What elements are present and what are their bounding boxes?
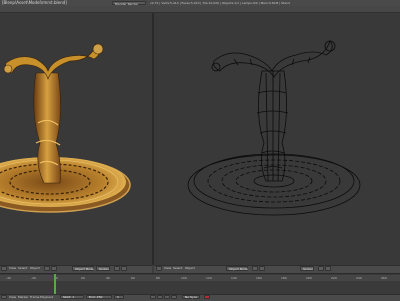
timeline-tick-label: 60 [131,276,135,280]
end-frame-field[interactable]: End: 250 [86,295,112,299]
viewport-wireframe[interactable] [154,13,400,265]
timeline-tick-label: 220 [331,276,337,280]
view-menu[interactable]: View [9,266,16,271]
timeline-tick-label: 240 [356,276,362,280]
play-reverse-icon[interactable] [157,295,163,299]
timeline-tick-label: 20 [81,276,85,280]
timeline-tick-label: 200 [306,276,312,280]
layer-icon-right[interactable] [318,266,324,271]
timeline-tick-label: 40 [106,276,110,280]
timeline-tick-label: -40 [6,276,11,280]
select-menu[interactable]: Select [18,266,27,271]
mode-select-left[interactable]: Object Mode [72,266,94,271]
orientation-select-left[interactable]: Global [96,266,110,271]
timeline-playback-menu[interactable]: Playback [40,295,53,299]
snap-icon-right[interactable] [325,266,331,271]
editor-type-icon-right[interactable] [156,266,162,271]
mode-select-right[interactable]: Object Mode [226,266,248,271]
timeline-tick-label: 260 [381,276,387,280]
timeline-ruler[interactable] [0,275,400,281]
select-menu-right[interactable]: Select [173,266,182,271]
timeline-editor-icon[interactable] [1,295,7,299]
viewport-textured[interactable] [0,13,152,265]
layer-icon[interactable] [114,266,120,271]
editor-type-icon[interactable] [1,266,7,271]
record-icon[interactable] [204,295,210,299]
jump-start-icon[interactable] [150,295,156,299]
snap-icon[interactable] [121,266,127,271]
timeline-playhead[interactable] [54,274,56,294]
timeline-tick-label: 180 [281,276,287,280]
jump-end-icon[interactable] [171,295,177,299]
start-frame-field[interactable]: Start: 1 [60,295,84,299]
timeline-tick-label: 140 [231,276,237,280]
textured-model [0,42,131,213]
play-icon[interactable] [164,295,170,299]
pivot-icon-right[interactable] [259,266,265,271]
timeline-tick-label: 160 [256,276,262,280]
object-menu[interactable]: Object [30,266,40,271]
scene-statistics: v2.72 | Verts:5,414 | Faces:5,010 | Tris… [150,1,290,5]
view-menu-right[interactable]: View [164,266,171,271]
current-frame-field[interactable]: 1 [114,295,124,299]
timeline-tick-label: 80 [156,276,160,280]
viewport-shading-icon[interactable] [44,266,50,271]
timeline-tick-label: 100 [181,276,187,280]
orientation-select-right[interactable]: Global [300,266,314,271]
timeline-frame-menu[interactable]: Frame [30,295,39,299]
shading-icon-right[interactable] [252,266,258,271]
timeline-tick-label: 0 [56,276,58,280]
render-engine-select[interactable]: Blender Render [112,1,146,6]
timeline-tick-label: -20 [31,276,36,280]
timeline-marker-menu[interactable]: Marker [18,295,28,299]
object-menu-right[interactable]: Object [185,266,195,271]
wireframe-model [187,40,361,216]
sync-select[interactable]: No Sync [182,295,200,299]
timeline-tick-label: 120 [206,276,212,280]
pivot-icon[interactable] [51,266,57,271]
info-header [0,6,400,13]
timeline-view-menu[interactable]: View [9,295,16,299]
